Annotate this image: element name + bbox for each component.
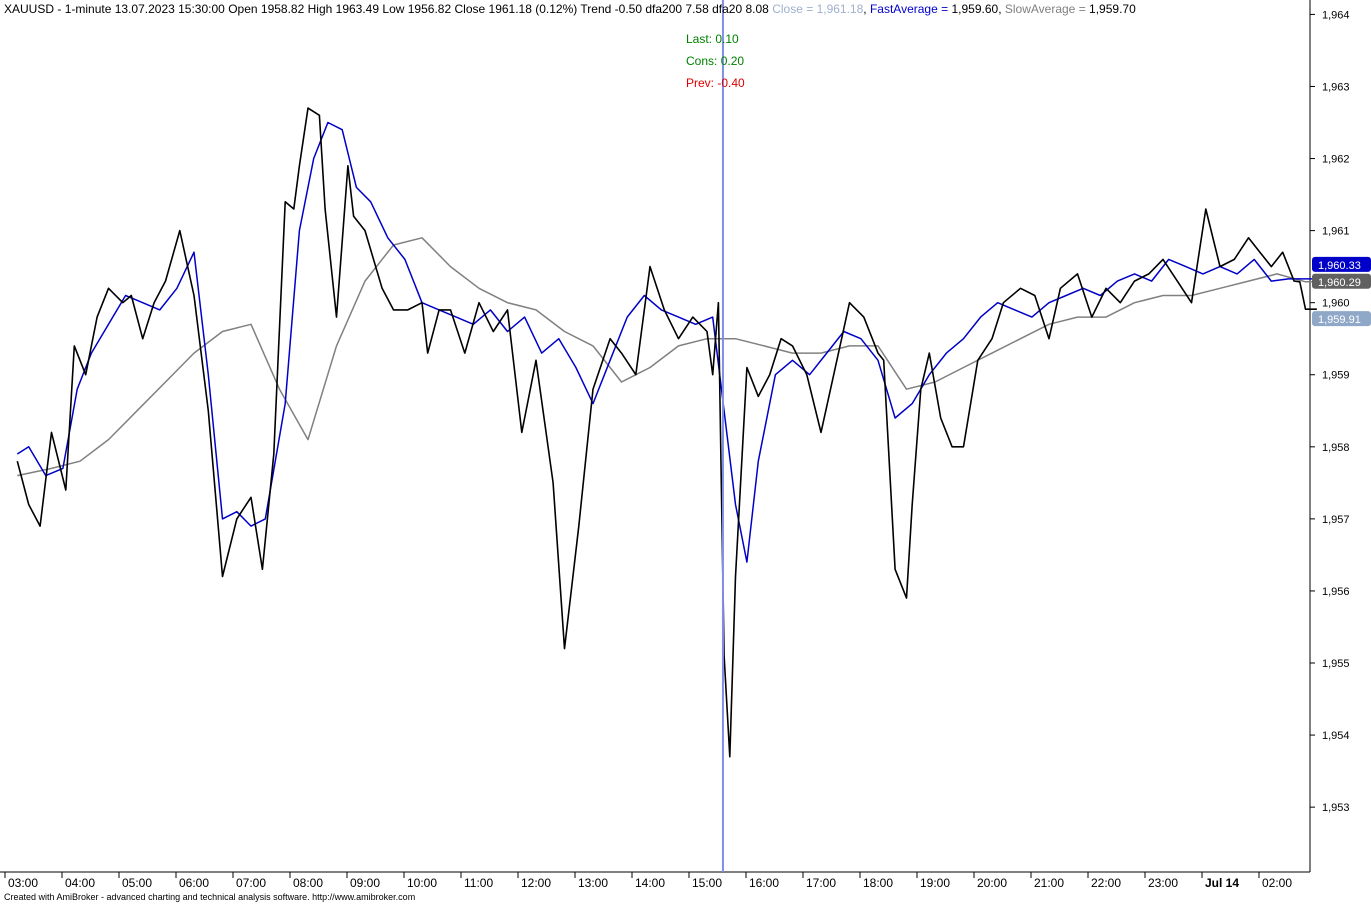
x-tick-label: 21:00 xyxy=(1034,876,1064,890)
x-tick-label: 06:00 xyxy=(179,876,209,890)
y-tick-label: 1,960 xyxy=(1322,298,1350,310)
x-tick-label: 23:00 xyxy=(1148,876,1178,890)
footer-credit: Created with AmiBroker - advanced charti… xyxy=(4,892,416,902)
slow-legend-value: 1,959.70 xyxy=(1089,2,1136,16)
fast-average-line xyxy=(16,121,1317,563)
x-tick-label: 22:00 xyxy=(1091,876,1121,890)
y-tick-label: 1,961 xyxy=(1322,226,1350,238)
x-tick-label: 20:00 xyxy=(977,876,1007,890)
open-value: 1958.82 xyxy=(260,2,305,16)
y-tick-label: 1,959 xyxy=(1322,370,1350,382)
prev-annotation: Prev: -0.40 xyxy=(686,76,745,90)
dfa200-value: 7.58 xyxy=(685,2,709,16)
x-tick-label: 10:00 xyxy=(407,876,437,890)
close-value-badge-label: 1,959.91 xyxy=(1318,314,1361,326)
y-tick-label: 1,953 xyxy=(1322,802,1350,814)
x-tick-label: 16:00 xyxy=(749,876,779,890)
dfa20-value: 8.08 xyxy=(745,2,769,16)
x-tick-label: 14:00 xyxy=(635,876,665,890)
trend-value: -0.50 xyxy=(614,2,643,16)
y-tick-label: 1,957 xyxy=(1322,514,1350,526)
bar-datetime: 13.07.2023 15:30:00 xyxy=(114,2,225,16)
slow-value-badge-label: 1,960.29 xyxy=(1318,277,1361,289)
fast-legend-value: 1,959.60 xyxy=(951,2,999,16)
close-value: 1961.18 xyxy=(488,2,532,16)
x-tick-label: 18:00 xyxy=(863,876,893,890)
close-legend-value: 1,961.18 xyxy=(816,2,864,16)
fast-value-badge-label: 1,960.33 xyxy=(1318,260,1361,272)
last-annotation: Last: 0.10 xyxy=(686,32,739,46)
x-tick-label: 17:00 xyxy=(806,876,836,890)
x-tick-label: 11:00 xyxy=(464,876,493,890)
y-tick-label: 1,954 xyxy=(1322,730,1350,742)
y-tick-label: 1,958 xyxy=(1322,442,1350,454)
high-value: 1963.49 xyxy=(335,2,380,16)
fast-legend-label: FastAverage xyxy=(869,2,938,16)
y-tick-label: 1,962 xyxy=(1322,154,1350,166)
low-value: 1956.82 xyxy=(407,2,452,16)
x-tick-label: 07:00 xyxy=(236,876,266,890)
x-tick-label: 05:00 xyxy=(122,876,152,890)
y-tick-label: 1,964 xyxy=(1322,9,1350,21)
chart-canvas[interactable]: 1,964 1,963 1,962 1,961 1,960 1,959 1,958 1,957… xyxy=(0,0,1371,903)
x-tick-label: 13:00 xyxy=(578,876,608,890)
x-tick-label: 12:00 xyxy=(521,876,551,890)
x-tick-label: 08:00 xyxy=(293,876,323,890)
y-tick-label: 1,955 xyxy=(1322,658,1350,670)
symbol: XAUUSD xyxy=(4,2,55,16)
slow-average-line xyxy=(17,237,1317,477)
chart-title-line: XAUUSD - 1-minute 13.07.2023 15:30:00 Op… xyxy=(4,2,1136,16)
slow-legend-label: SlowAverage xyxy=(1004,2,1076,16)
close-legend-label: Close xyxy=(772,2,803,16)
y-tick-label: 1,956 xyxy=(1322,586,1350,598)
x-tick-label: 02:00 xyxy=(1262,876,1292,890)
close-series-line xyxy=(16,107,1317,758)
y-tick-label: 1,963 xyxy=(1322,81,1350,93)
x-tick-label: 03:00 xyxy=(8,876,38,890)
change-value: (0.12%) xyxy=(535,2,578,16)
x-tick-label: 15:00 xyxy=(692,876,722,890)
interval: 1-minute xyxy=(64,2,112,16)
cons-annotation: Cons: 0.20 xyxy=(686,54,745,68)
x-tick-label: 09:00 xyxy=(350,876,380,890)
x-tick-label: 19:00 xyxy=(920,876,950,890)
x-tick-label: Jul 14 xyxy=(1205,876,1239,890)
price-chart[interactable]: 1,964 1,963 1,962 1,961 1,960 1,959 1,958 1,957… xyxy=(0,0,1371,903)
x-tick-label: 04:00 xyxy=(65,876,95,890)
